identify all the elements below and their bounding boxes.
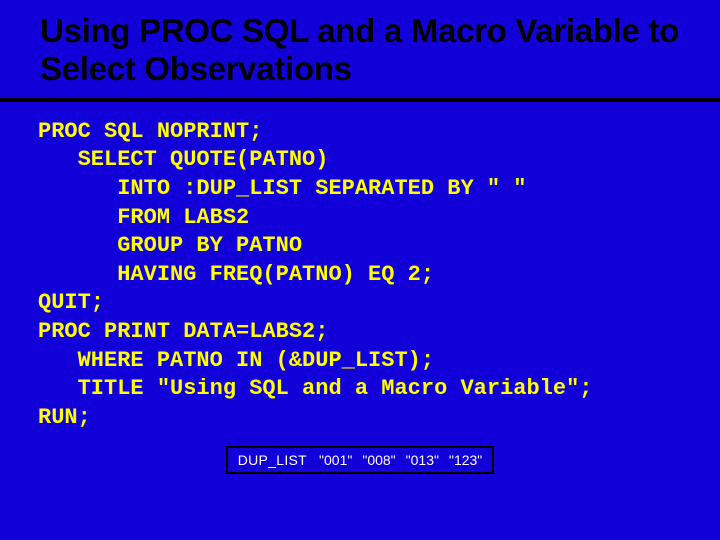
dup-list-box: DUP_LIST "001" "008" "013" "123" xyxy=(226,446,495,474)
title-divider xyxy=(0,98,720,102)
footer: DUP_LIST "001" "008" "013" "123" xyxy=(32,446,688,474)
dup-list-value: "123" xyxy=(449,452,482,468)
slide: Using PROC SQL and a Macro Variable to S… xyxy=(0,0,720,540)
dup-list-values: "001" "008" "013" "123" xyxy=(319,452,482,468)
dup-list-value: "013" xyxy=(406,452,439,468)
slide-title: Using PROC SQL and a Macro Variable to S… xyxy=(32,12,688,98)
dup-list-value: "001" xyxy=(319,452,352,468)
dup-list-label: DUP_LIST xyxy=(238,452,307,468)
code-block: PROC SQL NOPRINT; SELECT QUOTE(PATNO) IN… xyxy=(32,118,688,433)
dup-list-value: "008" xyxy=(362,452,395,468)
